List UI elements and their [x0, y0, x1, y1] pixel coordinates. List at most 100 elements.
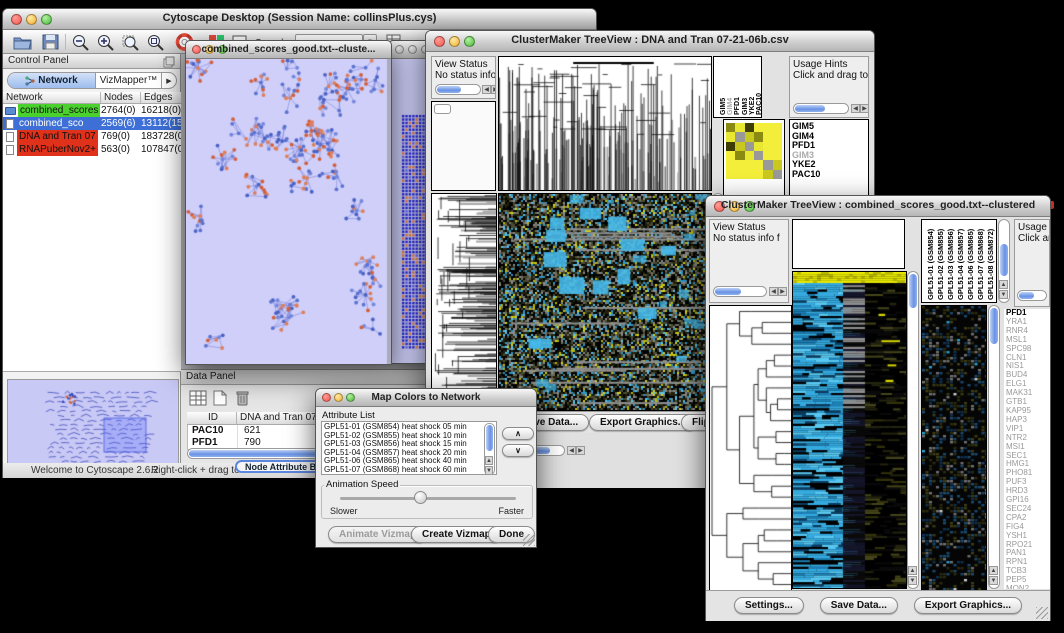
tv2-heatmap-vscrollbar[interactable]: ▲▼ [907, 271, 919, 589]
matrix-cell [763, 142, 772, 151]
matrix-cell [745, 160, 754, 169]
tv2-column-label[interactable]: GPL51-07 (GSM868) [976, 222, 985, 300]
usage-hints-title: Usage Hints [1018, 222, 1046, 233]
close-icon[interactable] [395, 45, 404, 54]
move-up-button[interactable]: ∧ [502, 427, 534, 440]
resize-grip[interactable] [1036, 607, 1048, 619]
matrix-cell [773, 160, 782, 169]
network-nodes: 2764(0) [101, 105, 135, 116]
col-header-edges[interactable]: Edges [141, 92, 181, 103]
tv2-column-label[interactable]: GPL51-04 (GSM857) [956, 222, 965, 300]
tv2-column-tree [792, 219, 905, 269]
tv2-column-label[interactable]: GPL51-03 (GSM856) [946, 222, 955, 300]
network-table-row[interactable]: DNA and Tran 07769(0)183728(0) [3, 130, 181, 143]
matrix-cell [745, 123, 754, 132]
attribute-item[interactable]: GPL51-07 (GSM868) heat shock 60 min [324, 466, 494, 475]
matrix-cell [773, 170, 782, 179]
open-file-icon[interactable] [13, 33, 32, 51]
table-mode-icon[interactable] [189, 390, 207, 406]
map-colors-dialog: Map Colors to Network Attribute List GPL… [315, 388, 537, 548]
tv2-button-settings[interactable]: Settings... [734, 597, 804, 614]
network-table-row[interactable]: RNAPuberNov2+563(0)107847(0) [3, 143, 181, 156]
save-session-icon[interactable] [41, 33, 60, 51]
tv2-column-label[interactable]: GPL51-01 (GSM854) [926, 222, 935, 300]
tv2-row-dendrogram[interactable] [709, 305, 792, 591]
zoom-out-icon[interactable] [71, 33, 90, 51]
network-name: RNAPuberNov2+ [17, 143, 98, 156]
matrix-cell [726, 160, 735, 169]
speed-slider-track[interactable] [340, 497, 516, 500]
zoom-fit-icon[interactable] [146, 33, 165, 51]
tv2-labels-vscrollbar[interactable]: ▲▼ [998, 219, 1010, 303]
tv1-column-label[interactable]: PAC10 [755, 63, 762, 115]
tv2-button-save-data[interactable]: Save Data... [820, 597, 898, 614]
faster-label: Faster [498, 506, 524, 516]
file-icon [6, 132, 14, 142]
network-table-row[interactable]: combined_scores2764(0)16218(0) [3, 104, 181, 117]
data-row-id: PAC10 [188, 425, 238, 437]
tv2-button-export-graphics[interactable]: Export Graphics... [914, 597, 1022, 614]
tv2-mini-heatmap[interactable] [921, 305, 987, 591]
matrix-cell [726, 123, 735, 132]
data-col-id[interactable]: ID [187, 412, 237, 424]
folder-icon [5, 107, 16, 115]
matrix-cell [763, 123, 772, 132]
delete-attribute-icon[interactable] [235, 389, 250, 407]
network-table-row[interactable]: combined_sco2569(6)13112(15) [3, 117, 181, 130]
tv2-column-label[interactable]: GPL51-02 (GSM855) [936, 222, 945, 300]
animation-speed-label: Animation Speed [324, 479, 400, 490]
move-down-button[interactable]: ∨ [502, 444, 534, 457]
tv1-summary-matrix[interactable] [726, 123, 782, 179]
treeview2-titlebar[interactable]: ClusterMaker TreeView : combined_scores_… [706, 196, 1050, 217]
zoom-selected-icon[interactable] [121, 33, 140, 51]
resize-grip[interactable] [523, 534, 535, 546]
attribute-list[interactable]: GPL51-01 (GSM854) heat shock 05 minGPL51… [321, 421, 497, 475]
network-edges: 13112(15) [141, 118, 181, 129]
col-header-network[interactable]: Network [3, 92, 101, 103]
tv1-heatmap[interactable] [498, 193, 712, 411]
zoom-in-icon[interactable] [96, 33, 115, 51]
network-canvas[interactable] [186, 59, 391, 364]
slower-label: Slower [330, 506, 358, 516]
tv2-column-label[interactable]: GPL51-08 (GSM872) [986, 222, 995, 300]
main-titlebar[interactable]: Cytoscape Desktop (Session Name: collins… [3, 9, 596, 30]
network-frame-titlebar[interactable]: combined_scores_good.txt--cluste... [186, 41, 391, 59]
matrix-cell [726, 142, 735, 151]
network-overview-thumbnail[interactable] [7, 379, 179, 469]
matrix-cell [763, 132, 772, 141]
minimize-icon[interactable] [408, 45, 417, 54]
network-name: DNA and Tran 07 [17, 130, 98, 143]
tab-overflow-arrow[interactable]: ▶ [162, 73, 176, 88]
tab-network[interactable]: Network [8, 73, 96, 88]
speed-slider-thumb[interactable] [414, 491, 427, 504]
matrix-cell [726, 170, 735, 179]
tab-network-label: Network [38, 75, 77, 86]
matrix-cell [735, 142, 744, 151]
network-edges: 107847(0) [141, 144, 181, 155]
col-header-nodes[interactable]: Nodes [101, 92, 141, 103]
main-window-title: Cytoscape Desktop (Session Name: collins… [3, 12, 596, 24]
float-panel-icon[interactable] [163, 56, 175, 68]
matrix-cell [735, 151, 744, 160]
dialog-titlebar[interactable]: Map Colors to Network [316, 389, 536, 407]
tv1-column-dendrogram[interactable] [498, 56, 712, 191]
matrix-cell [754, 123, 763, 132]
matrix-cell [754, 170, 763, 179]
tv1-row-dendrogram[interactable] [431, 193, 497, 411]
treeview1-titlebar[interactable]: ClusterMaker TreeView : DNA and Tran 07-… [426, 31, 874, 52]
tv2-heatmap[interactable] [792, 271, 907, 589]
new-attribute-icon[interactable] [213, 390, 227, 406]
network-view-frame[interactable]: combined_scores_good.txt--cluste... [185, 40, 392, 365]
network-table: Network Nodes Edges combined_scores2764(… [3, 92, 181, 156]
tv2-genes-vscrollbar[interactable]: ▲▼ [988, 305, 1000, 589]
tv1-gene-label[interactable]: PAC10 [790, 170, 868, 180]
network-name: combined_sco [17, 117, 85, 130]
tv2-gene-label[interactable]: MON2 [1004, 585, 1050, 589]
tab-vizmapper[interactable]: VizMapper™ [96, 73, 162, 88]
treeview1-title: ClusterMaker TreeView : DNA and Tran 07-… [426, 34, 874, 46]
tv2-column-label[interactable]: GPL51-06 (GSM865) [966, 222, 975, 300]
tv2-column-labels: GPL51-01 (GSM854)GPL51-02 (GSM855)GPL51-… [921, 219, 997, 303]
network-name: combined_scores [18, 104, 100, 117]
tv2-usage-hints: Usage Hints Click and drag [1014, 219, 1050, 307]
tv1-view-status: View Status No status info f ◀▶ [431, 56, 496, 99]
